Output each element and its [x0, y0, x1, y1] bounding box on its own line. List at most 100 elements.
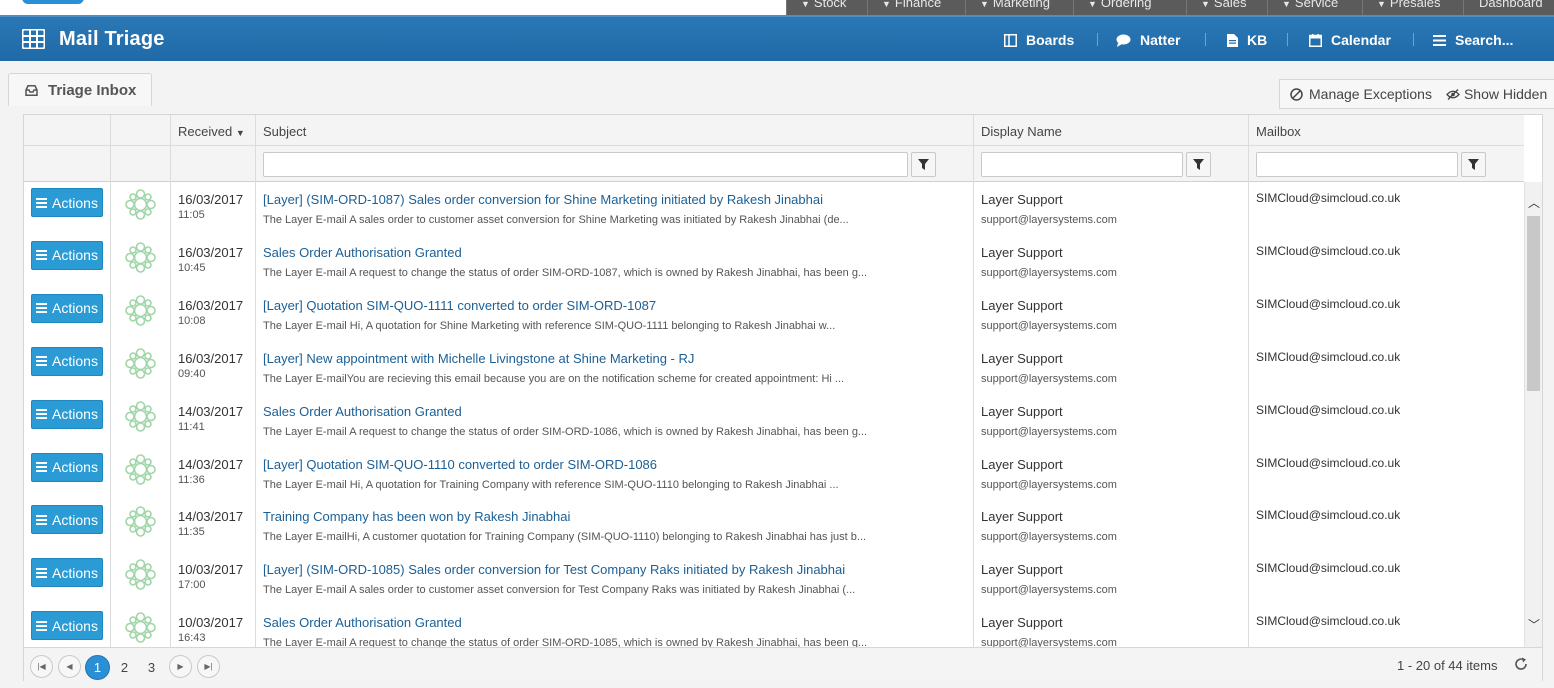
column-header-display-name[interactable]: Display Name [981, 124, 1062, 139]
table-row[interactable]: Actions 16/03/2017 10:45 Sales Order Aut… [24, 235, 1524, 288]
page-3-button[interactable]: 3 [139, 655, 164, 680]
module-tab-finance[interactable]: ▼ Finance [867, 0, 965, 15]
filter-row [24, 146, 1524, 182]
actions-button[interactable]: Actions [31, 611, 103, 641]
subject-filter-input[interactable] [263, 152, 908, 177]
nav-boards[interactable]: Boards [1004, 32, 1074, 48]
actions-button[interactable]: Actions [31, 240, 103, 270]
table-row[interactable]: Actions 14/03/2017 11:36 [Layer] Quotati… [24, 447, 1524, 500]
actions-label: Actions [52, 247, 98, 264]
show-hidden-button[interactable]: Show Hidden [1432, 86, 1547, 102]
table-row[interactable]: Actions 10/03/2017 16:43 Sales Order Aut… [24, 605, 1524, 647]
received-date: 16/03/2017 [178, 192, 244, 207]
table-row[interactable]: Actions 16/03/2017 09:40 [Layer] New app… [24, 341, 1524, 394]
module-tab-dashboard[interactable]: Dashboard [1463, 0, 1554, 15]
refresh-icon[interactable] [1514, 657, 1528, 671]
message-preview: The Layer E-mail A request to change the… [263, 425, 868, 438]
column-label: Received [178, 124, 233, 139]
actions-button[interactable]: Actions [31, 452, 103, 482]
menu-icon [36, 303, 48, 314]
filter-icon[interactable] [1461, 152, 1486, 177]
nav-kb-label: KB [1247, 32, 1268, 48]
column-header-subject[interactable]: Subject [263, 124, 306, 139]
menu-icon [36, 197, 48, 208]
message-preview: The Layer E-mailYou are recieving this e… [263, 372, 845, 385]
subject-link[interactable]: Training Company has been won by Rakesh … [263, 509, 570, 524]
scroll-up-icon[interactable]: ︿ [1528, 194, 1540, 211]
actions-button[interactable]: Actions [31, 399, 103, 429]
mailbox-filter-input[interactable] [1256, 152, 1458, 177]
display-name: Layer Support [981, 403, 1063, 419]
nav-search[interactable]: Search... [1433, 32, 1513, 48]
message-preview: The Layer E-mail Hi, A quotation for Tra… [263, 478, 839, 491]
subject-link[interactable]: [Layer] Quotation SIM-QUO-1111 converted… [263, 298, 656, 313]
mailbox-address: SIMCloud@simcloud.co.uk [1256, 561, 1401, 576]
app-logo[interactable] [22, 0, 84, 4]
grid-icon[interactable] [22, 29, 45, 49]
sender-email: support@layersystems.com [981, 214, 1117, 226]
chat-bubble-icon [1116, 34, 1131, 47]
received-date: 16/03/2017 [178, 244, 244, 260]
tab-triage-inbox[interactable]: Triage Inbox [8, 73, 152, 106]
module-tab-marketing[interactable]: ▼ Marketing [965, 0, 1073, 15]
subject-link[interactable]: [Layer] New appointment with Michelle Li… [263, 351, 694, 366]
filter-icon[interactable] [1186, 152, 1211, 177]
module-strip: ▼ Stock ▼ Finance ▼ Marketing ▼ Ordering ▼ Sa… [0, 0, 1554, 17]
table-row[interactable]: Actions 16/03/2017 10:08 [Layer] Quotati… [24, 288, 1524, 341]
nav-natter-label: Natter [1140, 32, 1181, 48]
avatar [124, 294, 157, 327]
subject-link[interactable]: [Layer] Quotation SIM-QUO-1110 converted… [263, 457, 657, 472]
mailbox-address: SIMCloud@simcloud.co.uk [1256, 614, 1401, 629]
chevron-down-icon: ▼ [1088, 0, 1097, 9]
table-row[interactable]: Actions 16/03/2017 11:05 [Layer] (SIM-OR… [24, 182, 1524, 235]
show-hidden-label: Show Hidden [1463, 86, 1548, 102]
actions-label: Actions [52, 353, 98, 370]
mailbox-address: SIMCloud@simcloud.co.uk [1256, 191, 1401, 205]
next-page-icon[interactable]: ▶ [169, 655, 192, 678]
table-row[interactable]: Actions 14/03/2017 11:35 Training Compan… [24, 499, 1524, 552]
vertical-scrollbar[interactable]: ︿ ﹀ [1524, 182, 1542, 647]
module-tab-sales[interactable]: ▼ Sales [1186, 0, 1267, 15]
subject-link[interactable]: [Layer] (SIM-ORD-1085) Sales order conve… [263, 562, 845, 577]
scroll-down-icon[interactable]: ﹀ [1528, 616, 1540, 633]
menu-icon [36, 409, 48, 420]
nav-natter[interactable]: Natter [1116, 32, 1180, 48]
module-tab-ordering[interactable]: ▼ Ordering [1073, 0, 1186, 15]
page-2-button[interactable]: 2 [112, 655, 137, 680]
actions-button[interactable]: Actions [31, 558, 103, 588]
received-date: 10/03/2017 [178, 562, 244, 578]
table-row[interactable]: Actions 10/03/2017 17:00 [Layer] (SIM-OR… [24, 552, 1524, 605]
manage-exceptions-button[interactable]: Manage Exceptions [1280, 86, 1432, 102]
subject-link[interactable]: [Layer] (SIM-ORD-1087) Sales order conve… [263, 192, 823, 207]
module-label: Ordering [1100, 0, 1152, 10]
table-row[interactable]: Actions 14/03/2017 11:41 Sales Order Aut… [24, 394, 1524, 447]
subject-link[interactable]: Sales Order Authorisation Granted [263, 245, 462, 260]
actions-button[interactable]: Actions [31, 505, 103, 535]
module-tab-stock[interactable]: ▼ Stock [786, 0, 867, 15]
last-page-icon[interactable]: ▶| [197, 655, 220, 678]
subject-link[interactable]: Sales Order Authorisation Granted [263, 615, 462, 630]
nav-calendar[interactable]: Calendar [1309, 32, 1391, 48]
nav-kb[interactable]: KB [1227, 32, 1267, 48]
prev-page-icon[interactable]: ◀ [58, 655, 81, 678]
actions-button[interactable]: Actions [31, 188, 103, 217]
title-bar: Mail Triage Boards Natter KB Calendar Se… [0, 17, 1554, 61]
column-header-received[interactable]: Received ▼ [178, 124, 245, 139]
nav-calendar-label: Calendar [1331, 32, 1391, 48]
menu-icon [36, 567, 48, 578]
avatar [124, 241, 157, 274]
actions-label: Actions [52, 564, 98, 581]
filter-icon[interactable] [911, 152, 936, 177]
mailbox-address: SIMCloud@simcloud.co.uk [1256, 508, 1401, 523]
module-tab-service[interactable]: ▼ Service [1267, 0, 1362, 15]
column-header-mailbox[interactable]: Mailbox [1256, 124, 1301, 139]
page-1-button[interactable]: 1 [85, 655, 110, 680]
module-tab-presales[interactable]: ▼ Presales [1362, 0, 1463, 15]
display-name-filter-input[interactable] [981, 152, 1183, 177]
scroll-thumb[interactable] [1527, 216, 1540, 391]
actions-button[interactable]: Actions [31, 293, 103, 323]
actions-button[interactable]: Actions [31, 346, 103, 376]
received-time: 10:08 [178, 314, 206, 327]
first-page-icon[interactable]: |◀ [30, 655, 53, 678]
subject-link[interactable]: Sales Order Authorisation Granted [263, 404, 462, 419]
